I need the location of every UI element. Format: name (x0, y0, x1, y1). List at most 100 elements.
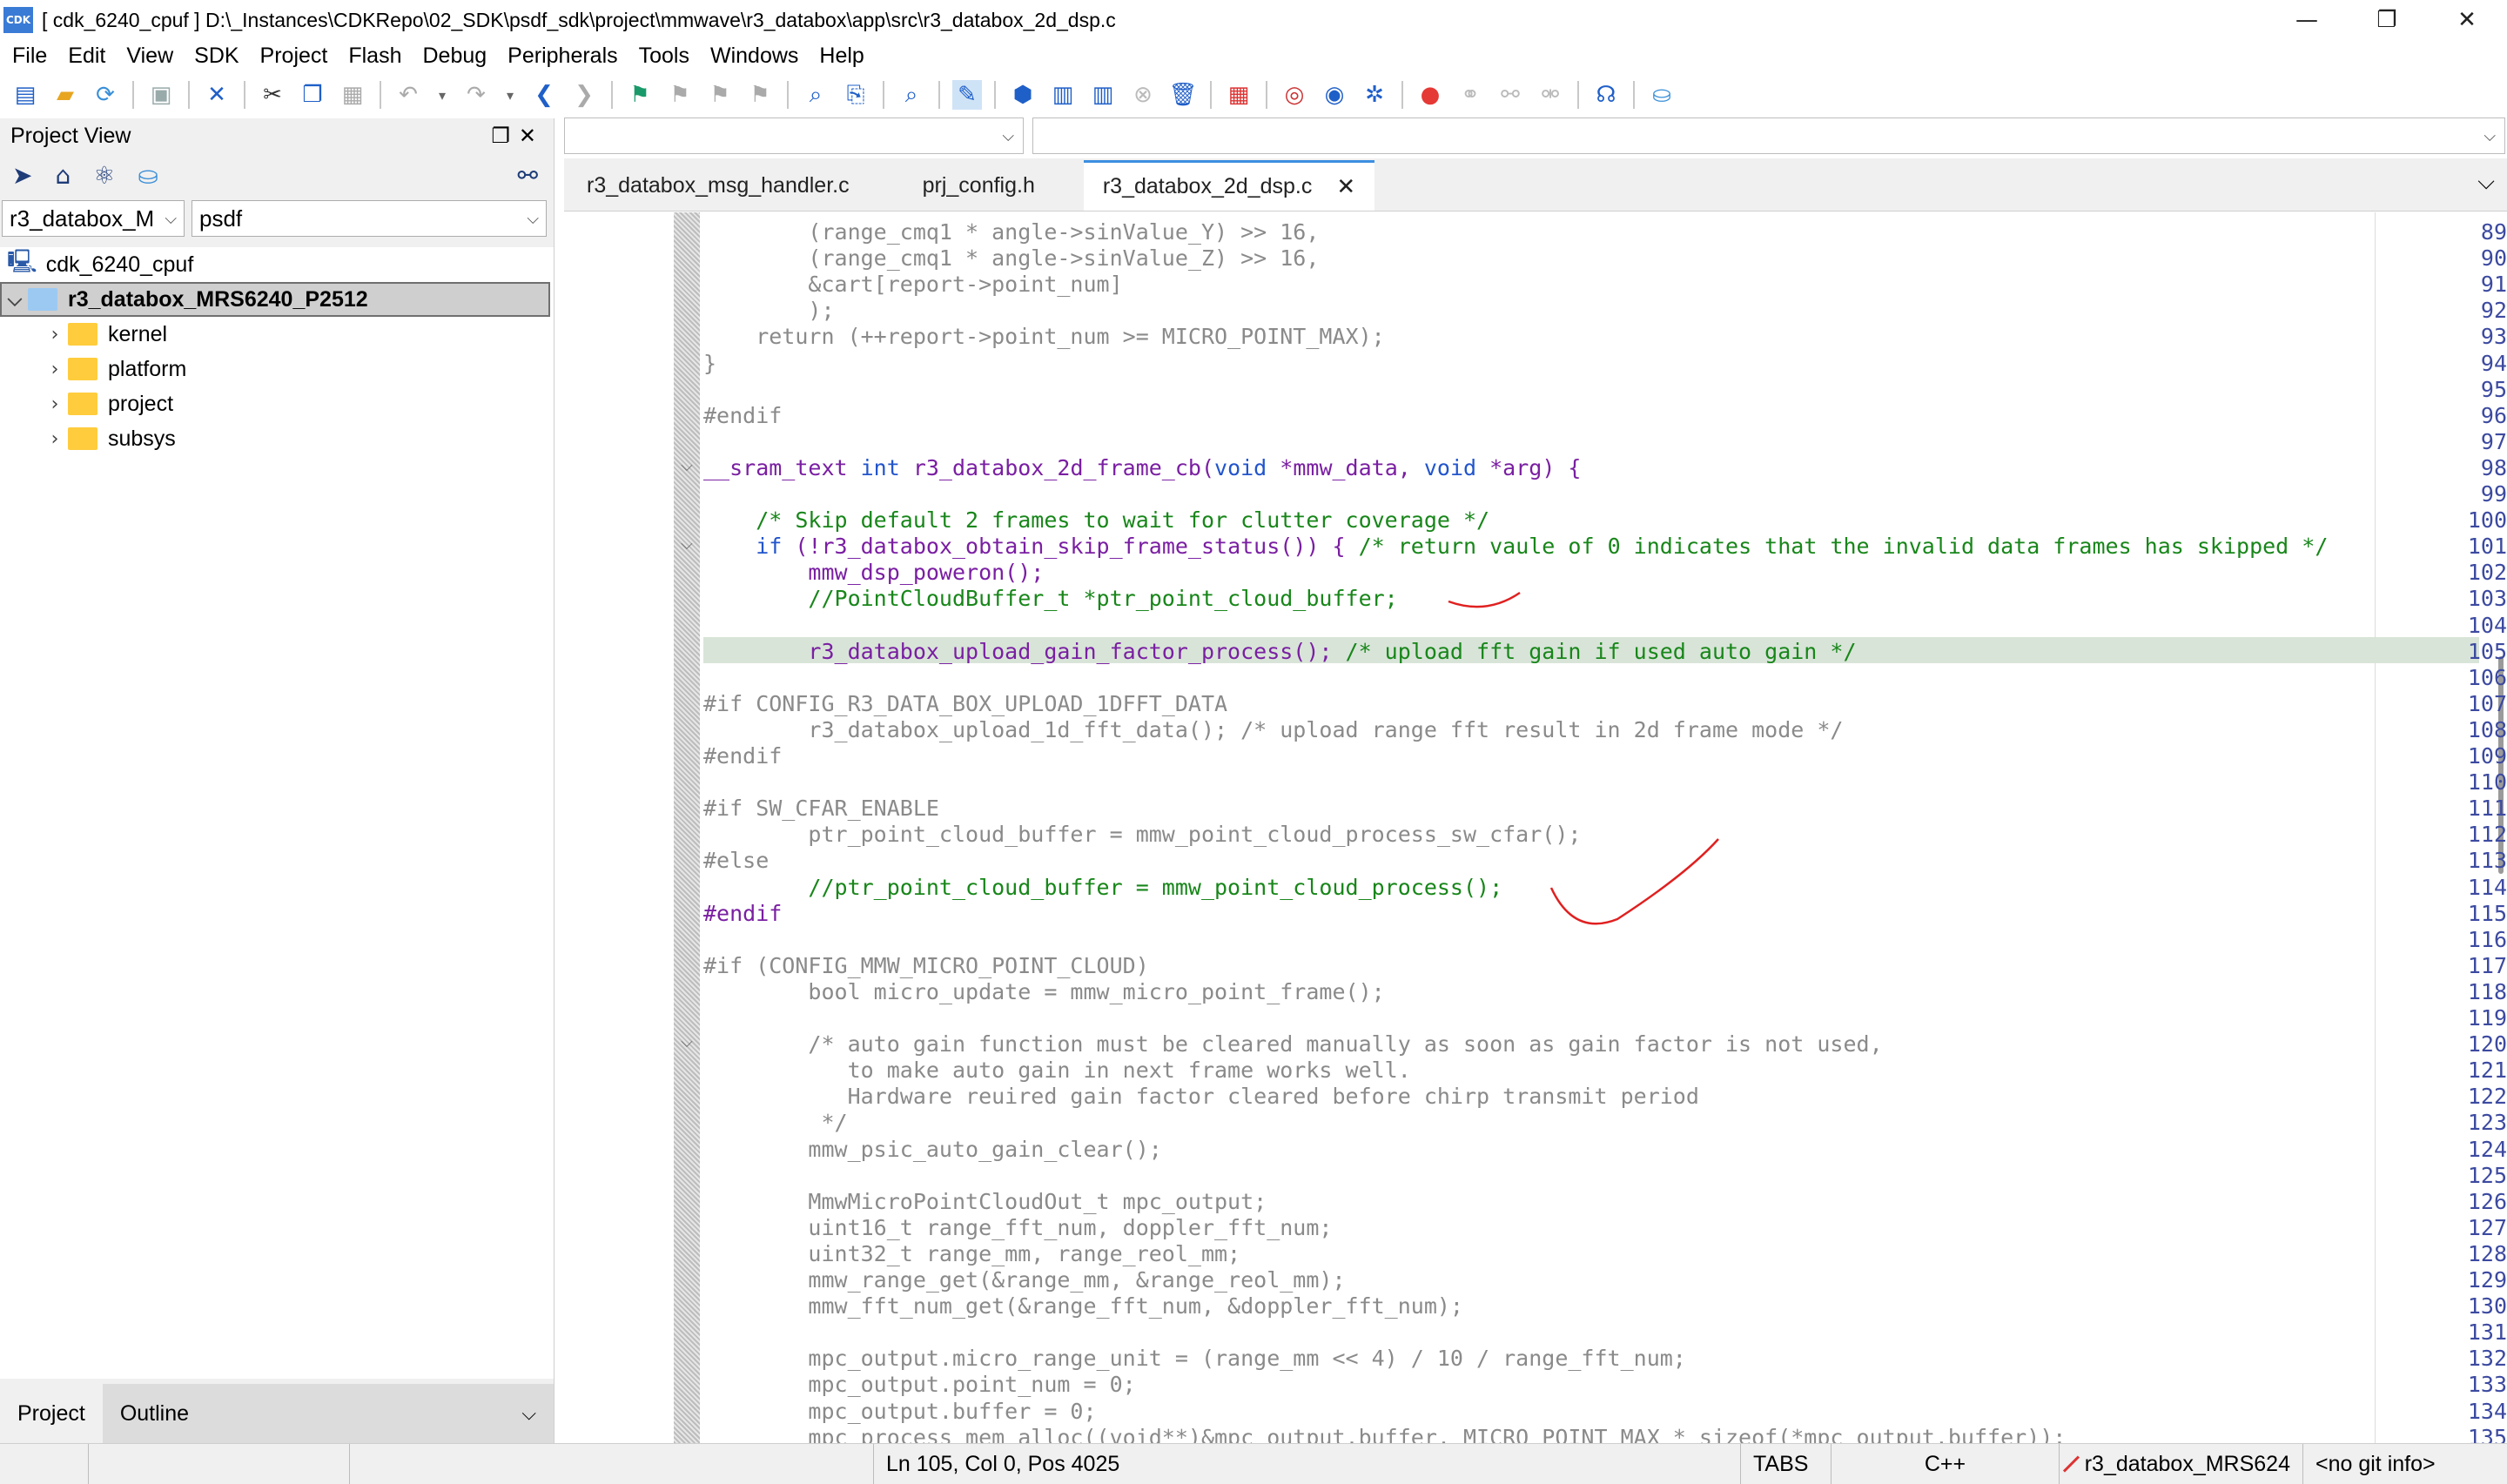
menu-debug[interactable]: Debug (413, 44, 498, 69)
fold-toggle-icon[interactable]: ⌵ (675, 457, 698, 475)
menu-project[interactable]: Project (250, 44, 339, 69)
bookmark-flag-icon[interactable]: ⚑ (625, 80, 655, 110)
code-line[interactable]: to make auto gain in next frame works we… (703, 1058, 1411, 1084)
code-line[interactable]: //ptr_point_cloud_buffer = mmw_point_clo… (703, 875, 1502, 901)
status-indent[interactable]: TABS (1741, 1444, 1832, 1484)
link-icon[interactable]: ⚯ (1495, 80, 1525, 110)
code-line[interactable]: //PointCloudBuffer_t *ptr_point_cloud_bu… (703, 586, 1397, 612)
code-line[interactable]: mmw_psic_auto_gain_clear(); (703, 1137, 1161, 1163)
code-line[interactable]: #endif (703, 403, 782, 429)
code-line[interactable]: mmw_range_get(&range_mm, &range_reol_mm)… (703, 1267, 1345, 1293)
code-editor[interactable]: 89 (range_cmq1 * angle->sinValue_Y) >> 1… (564, 212, 2507, 1443)
line-number[interactable]: 122 (2437, 1084, 2507, 1109)
line-number[interactable]: 115 (2437, 901, 2507, 926)
cut-icon[interactable]: ✂ (258, 80, 287, 110)
config-select[interactable]: r3_databox_M ⌵ (2, 200, 185, 237)
line-number[interactable]: 124 (2437, 1137, 2507, 1162)
line-number[interactable]: 134 (2437, 1399, 2507, 1424)
tree-folder-platform[interactable]: › platform (0, 352, 554, 386)
fold-margin[interactable] (674, 212, 700, 1443)
code-line[interactable]: r3_databox_upload_1d_fft_data(); /* uplo… (703, 717, 1843, 743)
flash-icon[interactable]: ▦ (1224, 80, 1254, 110)
code-line[interactable]: r3_databox_upload_gain_factor_process();… (703, 639, 1856, 665)
bookmark-next-icon[interactable]: ⚑ (705, 80, 735, 110)
line-number[interactable]: 106 (2437, 665, 2507, 690)
clean-icon[interactable]: 🗑 (1168, 80, 1198, 110)
line-number[interactable]: 114 (2437, 875, 2507, 900)
line-number[interactable]: 104 (2437, 613, 2507, 638)
chevron-down-icon[interactable]: ⌵ (2, 289, 28, 311)
undo-dropdown-icon[interactable]: ▾ (434, 80, 451, 110)
open-folder-icon[interactable]: ▰ (50, 80, 80, 110)
code-line[interactable]: mpc_process_mem_alloc((void**)&mpc_outpu… (703, 1425, 2066, 1443)
code-line[interactable]: mpc_output.point_num = 0; (703, 1372, 1135, 1398)
code-line[interactable]: MmwMicroPointCloudOut_t mpc_output; (703, 1189, 1267, 1215)
line-number[interactable]: 94 (2437, 351, 2507, 376)
line-number[interactable]: 131 (2437, 1319, 2507, 1345)
line-number[interactable]: 112 (2437, 822, 2507, 847)
line-number[interactable]: 107 (2437, 691, 2507, 716)
minimize-button[interactable]: — (2267, 0, 2347, 40)
line-number[interactable]: 121 (2437, 1058, 2507, 1083)
line-number[interactable]: 92 (2437, 298, 2507, 323)
code-line[interactable]: #endif (703, 901, 782, 927)
line-number[interactable]: 93 (2437, 324, 2507, 349)
code-line[interactable]: (range_cmq1 * angle->sinValue_Z) >> 16, (703, 245, 1319, 272)
line-number[interactable]: 133 (2437, 1372, 2507, 1397)
debug-icon[interactable]: ◎ (1280, 80, 1309, 110)
code-line[interactable]: #if SW_CFAR_ENABLE (703, 796, 939, 822)
line-number[interactable]: 89 (2437, 219, 2507, 245)
unlink-icon[interactable]: ⚮ (1536, 80, 1565, 110)
line-number[interactable]: 125 (2437, 1163, 2507, 1188)
chevron-right-icon[interactable]: › (42, 428, 68, 450)
line-number[interactable]: 102 (2437, 560, 2507, 585)
restore-button[interactable]: ❐ (2347, 0, 2427, 40)
line-number[interactable]: 103 (2437, 586, 2507, 611)
line-number[interactable]: 110 (2437, 769, 2507, 795)
bookmark-clear-icon[interactable]: ⚑ (745, 80, 775, 110)
code-line[interactable]: ); (703, 298, 834, 324)
tree-folder-kernel[interactable]: › kernel (0, 317, 554, 352)
line-number[interactable]: 126 (2437, 1189, 2507, 1214)
tree-folder-project[interactable]: › project (0, 386, 554, 421)
code-line[interactable]: uint16_t range_fft_num, doppler_fft_num; (703, 1215, 1332, 1241)
menu-flash[interactable]: Flash (338, 44, 412, 69)
menu-windows[interactable]: Windows (700, 44, 809, 69)
status-git-project[interactable]: r3_databox_MRS624 (2060, 1444, 2303, 1484)
chevron-right-icon[interactable]: › (42, 359, 68, 380)
line-number[interactable]: 132 (2437, 1346, 2507, 1371)
breakpoint-icon[interactable]: ● (1415, 80, 1445, 110)
close-window-button[interactable]: ✕ (2427, 0, 2507, 40)
download-icon[interactable]: ⛀ (1647, 80, 1677, 110)
code-line[interactable]: Hardware reuired gain factor cleared bef… (703, 1084, 1699, 1110)
line-number[interactable]: 111 (2437, 796, 2507, 821)
device-icon[interactable]: ⛀ (138, 161, 158, 190)
status-language[interactable]: C++ (1832, 1444, 2060, 1484)
line-number[interactable]: 135 (2437, 1425, 2507, 1443)
line-number[interactable]: 90 (2437, 245, 2507, 271)
settings-icon[interactable]: ✲ (1360, 80, 1389, 110)
line-number[interactable]: 117 (2437, 953, 2507, 978)
redo-dropdown-icon[interactable]: ▾ (501, 80, 519, 110)
find-icon[interactable]: ⌕ (801, 80, 830, 110)
tab-outline[interactable]: Outline ⌵ (102, 1384, 554, 1443)
redo-icon[interactable]: ↷ (461, 80, 491, 110)
menu-tools[interactable]: Tools (628, 44, 700, 69)
line-number[interactable]: 91 (2437, 272, 2507, 297)
line-number[interactable]: 119 (2437, 1005, 2507, 1031)
code-line[interactable]: &cart[report->point_num] (703, 272, 1122, 298)
menu-help[interactable]: Help (809, 44, 874, 69)
workspace-select[interactable]: psdf ⌵ (192, 200, 547, 237)
copy-icon[interactable]: ❐ (298, 80, 327, 110)
build-icon[interactable]: ✎ (952, 80, 982, 110)
menu-edit[interactable]: Edit (57, 44, 116, 69)
line-number[interactable]: 120 (2437, 1031, 2507, 1057)
dependency-icon[interactable]: ⚛ (93, 161, 115, 190)
code-line[interactable]: */ (703, 1110, 847, 1136)
find-replace-icon[interactable]: ⎘ (841, 80, 870, 110)
line-number[interactable]: 101 (2437, 534, 2507, 559)
code-line[interactable]: (range_cmq1 * angle->sinValue_Y) >> 16, (703, 219, 1319, 245)
locate-icon[interactable]: ➤ (12, 161, 32, 190)
rebuild-icon[interactable]: ▥ (1048, 80, 1078, 110)
breakpoint-disable-icon[interactable]: ⚭ (1455, 80, 1485, 110)
